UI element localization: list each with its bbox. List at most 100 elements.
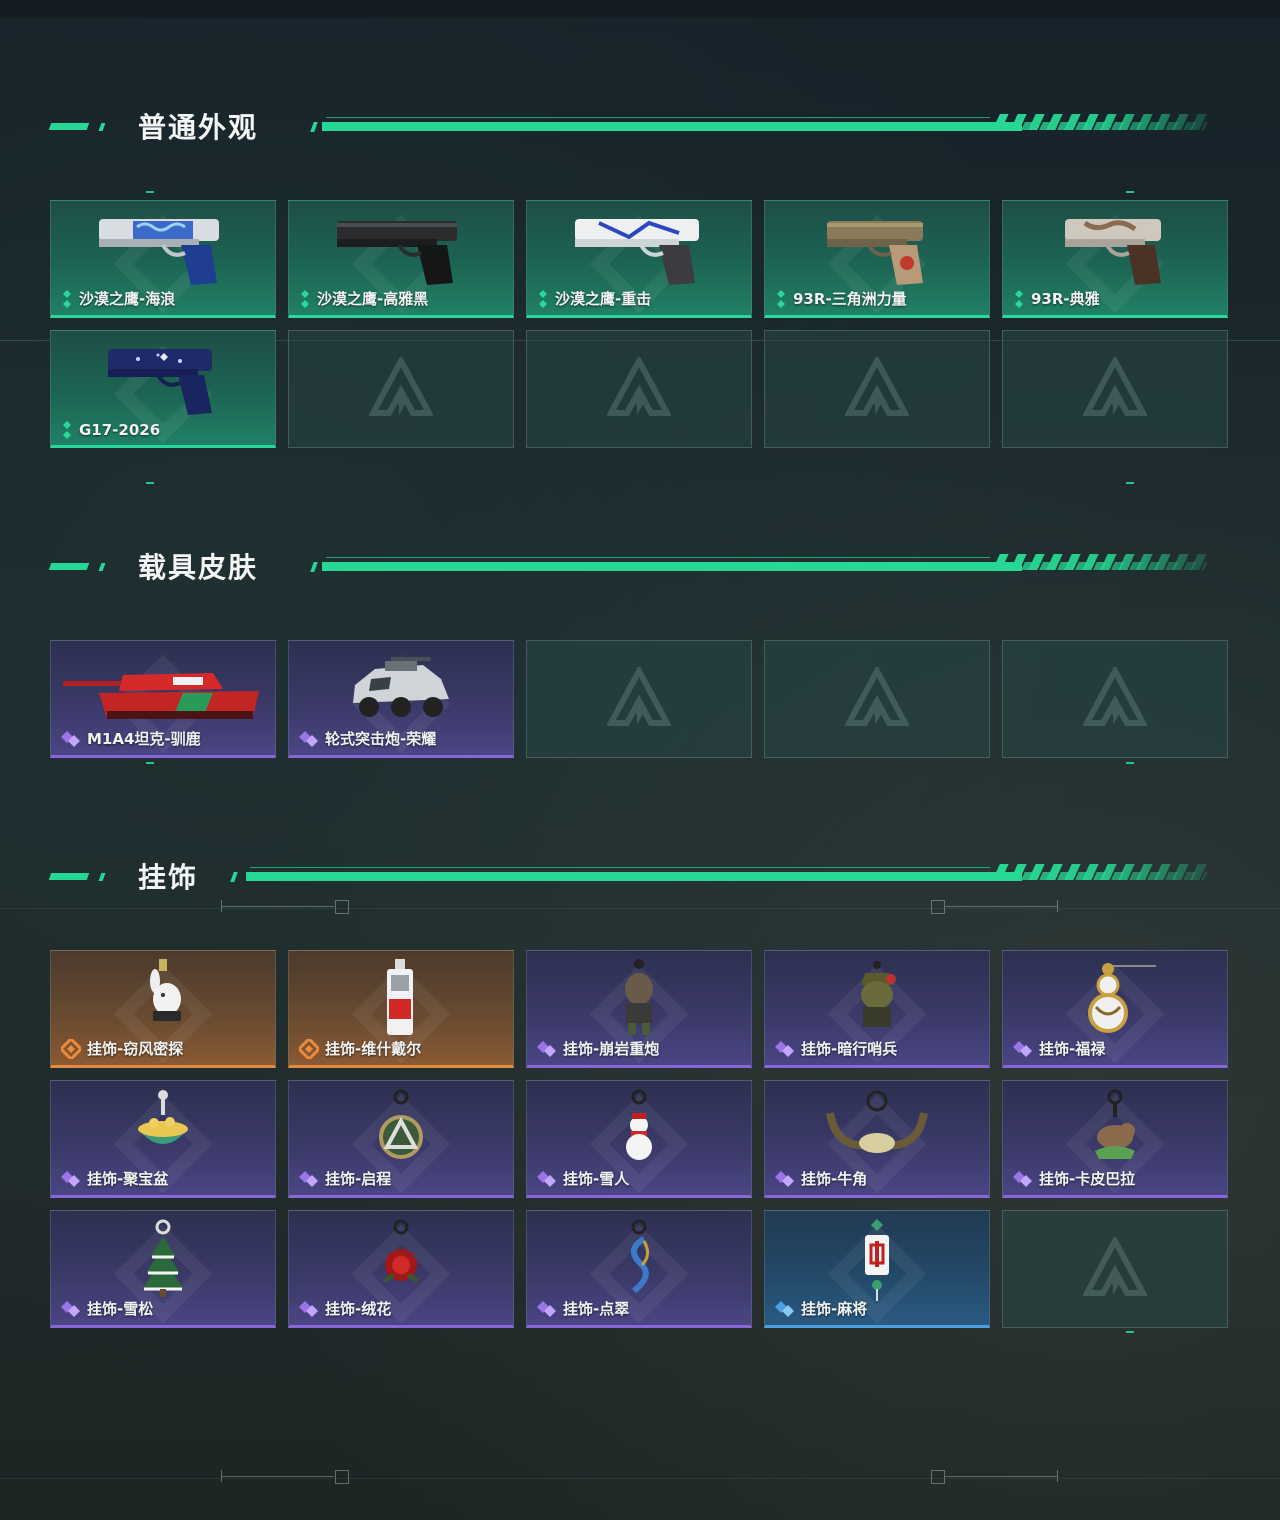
charm-card[interactable]: 挂饰-麻将 <box>764 1210 990 1328</box>
rarity-green-icon <box>301 289 309 308</box>
rarity-purple-icon <box>299 1170 318 1187</box>
item-label: 沙漠之鹰-高雅黑 <box>299 288 428 309</box>
rarity-purple-icon <box>299 1300 318 1317</box>
charm-card[interactable]: 挂饰-暗行哨兵 <box>764 950 990 1068</box>
rarity-purple-icon <box>1013 1040 1032 1057</box>
pistol-tan-icon <box>827 221 923 285</box>
deco-tick <box>146 482 154 484</box>
charm-card[interactable]: 挂饰-雪人 <box>526 1080 752 1198</box>
item-label: 沙漠之鹰-海浪 <box>61 288 175 309</box>
rarity-orange-icon <box>299 1038 319 1059</box>
charm-card[interactable]: 挂饰-牛角 <box>764 1080 990 1198</box>
delta-logo-icon <box>369 357 433 416</box>
charm-card[interactable]: 挂饰-聚宝盆 <box>50 1080 276 1198</box>
item-label: 93R-典雅 <box>1013 288 1100 309</box>
weapon-skin-card[interactable]: 沙漠之鹰-海浪 <box>50 200 276 318</box>
charm-card[interactable]: 挂饰-点翠 <box>526 1210 752 1328</box>
section-header-vehicle: 载具皮肤 <box>48 550 1210 586</box>
emblem-charm-icon <box>379 1089 423 1159</box>
item-label: 挂饰-麻将 <box>775 1298 867 1319</box>
weapon-skin-card[interactable]: 沙漠之鹰-高雅黑 <box>288 200 514 318</box>
deco-tick <box>1126 762 1134 764</box>
charm-card[interactable]: 挂饰-福禄 <box>1002 950 1228 1068</box>
item-label: 挂饰-维什戴尔 <box>299 1038 421 1059</box>
item-label: 挂饰-绒花 <box>299 1298 391 1319</box>
armored-car-icon <box>353 657 449 717</box>
item-name: G17-2026 <box>79 421 161 439</box>
section-header-weapon: 普通外观 <box>48 110 1210 146</box>
charm-card[interactable]: 挂饰-窃风密探 <box>50 950 276 1068</box>
deco-line <box>0 908 1280 909</box>
empty-slot <box>764 640 990 758</box>
gourd-charm-icon <box>1088 963 1156 1033</box>
charm-card[interactable]: 挂饰-维什戴尔 <box>288 950 514 1068</box>
header-dash <box>98 123 106 131</box>
charm-card[interactable]: 挂饰-卡皮巴拉 <box>1002 1080 1228 1198</box>
deco-box <box>931 900 945 914</box>
capybara-charm-icon <box>1095 1089 1135 1159</box>
item-name: 轮式突击炮-荣耀 <box>325 730 437 748</box>
weapon-skin-card[interactable]: 93R-三角洲力量 <box>764 200 990 318</box>
header-bar <box>246 872 1022 881</box>
delta-logo-icon <box>845 667 909 726</box>
section-header-charms: 挂饰 <box>48 860 1210 896</box>
snowman-charm-icon <box>626 1089 652 1160</box>
weapon-skin-grid: 沙漠之鹰-海浪 沙漠之鹰-高雅黑 沙漠之鹰-重击 93R-三角洲力量 93R-典… <box>50 200 1230 450</box>
charm-card[interactable]: 挂饰-崩岩重炮 <box>526 950 752 1068</box>
header-slash <box>310 122 318 132</box>
weapon-skin-card[interactable]: 沙漠之鹰-重击 <box>526 200 752 318</box>
charm-card[interactable]: 挂饰-雪松 <box>50 1210 276 1328</box>
rarity-purple-icon <box>775 1170 794 1187</box>
item-name: 挂饰-窃风密探 <box>87 1040 184 1058</box>
item-label: 挂饰-雪人 <box>537 1168 629 1189</box>
pistol-black-icon <box>337 221 457 285</box>
rarity-purple-icon <box>1013 1170 1032 1187</box>
section-title: 挂饰 <box>138 861 199 894</box>
pistol-blue-wave-icon <box>99 219 219 285</box>
phoenix-charm-icon <box>631 1219 649 1294</box>
item-name: 93R-三角洲力量 <box>793 290 907 308</box>
deco-tick <box>1126 482 1134 484</box>
pistol-navy-icon <box>108 349 212 415</box>
vehicle-skin-card[interactable]: M1A4坦克-驯鹿 <box>50 640 276 758</box>
item-name: 沙漠之鹰-高雅黑 <box>317 290 429 308</box>
weapon-skin-card[interactable]: 93R-典雅 <box>1002 200 1228 318</box>
item-label: 挂饰-暗行哨兵 <box>775 1038 897 1059</box>
item-name: 挂饰-聚宝盆 <box>87 1170 169 1188</box>
item-label: 挂饰-牛角 <box>775 1168 867 1189</box>
deco-bar <box>1057 900 1058 912</box>
item-label: 挂饰-福禄 <box>1013 1038 1105 1059</box>
pine-charm-icon <box>142 1219 184 1297</box>
deco-tick <box>146 191 154 193</box>
vehicle-skin-card[interactable]: 轮式突击炮-荣耀 <box>288 640 514 758</box>
deco-line <box>222 906 334 907</box>
weapon-skin-card[interactable]: G17-2026 <box>50 330 276 448</box>
rarity-green-icon <box>63 289 71 308</box>
charm-card[interactable]: 挂饰-绒花 <box>288 1210 514 1328</box>
item-label: G17-2026 <box>61 421 160 439</box>
item-name: 沙漠之鹰-海浪 <box>79 290 176 308</box>
header-bar <box>322 122 1022 131</box>
rarity-green-icon <box>777 289 785 308</box>
delta-logo-icon <box>1083 357 1147 416</box>
header-slash <box>310 562 318 572</box>
header-thin-line <box>250 867 990 868</box>
header-slash <box>230 872 238 882</box>
header-dash <box>48 563 90 570</box>
item-name: 挂饰-雪人 <box>563 1170 630 1188</box>
figure-charm-icon <box>625 959 653 1035</box>
deco-tick <box>1126 1331 1134 1333</box>
pistol-silver-brown-icon <box>1065 219 1161 285</box>
top-bar <box>0 0 1280 18</box>
item-name: 93R-典雅 <box>1031 290 1100 308</box>
tank-red-icon <box>63 673 259 719</box>
delta-logo-icon <box>607 357 671 416</box>
rabbit-charm-icon <box>150 959 181 1021</box>
item-name: 挂饰-维什戴尔 <box>325 1040 422 1058</box>
deco-bar <box>1057 1470 1058 1482</box>
charm-card[interactable]: 挂饰-启程 <box>288 1080 514 1198</box>
header-checker <box>994 872 1208 880</box>
deco-tick <box>1126 191 1134 193</box>
deco-line <box>945 1476 1057 1477</box>
rarity-purple-icon <box>537 1040 556 1057</box>
